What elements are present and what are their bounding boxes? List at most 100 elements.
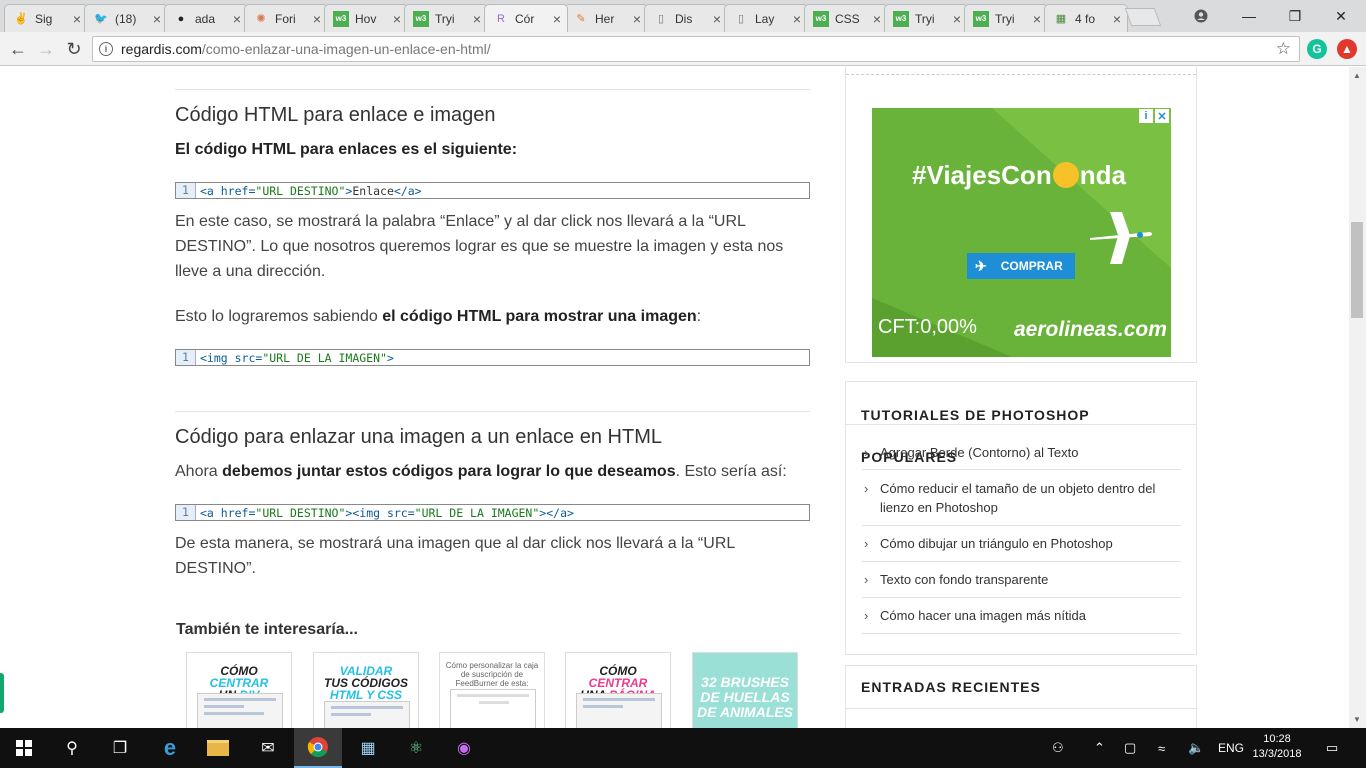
code-preview-graphic	[324, 701, 410, 728]
related-post-thumb[interactable]: Cómo personalizar la caja de suscripción…	[439, 652, 545, 728]
ad-info-icon[interactable]: i	[1139, 109, 1153, 123]
ad-close-icon[interactable]: ✕	[1155, 109, 1169, 123]
text-run-bold: el código HTML para mostrar una imagen	[382, 308, 697, 325]
github-icon: ●	[177, 12, 185, 25]
new-tab-button[interactable]	[1124, 8, 1162, 26]
browser-tab[interactable]: w3 CSS ×	[804, 4, 888, 32]
browser-tab[interactable]: ✌ Sig ×	[4, 4, 88, 32]
volume-muted-icon[interactable]: 🔈	[1188, 728, 1204, 768]
extension-arrow-icon[interactable]: ▲	[1337, 39, 1357, 59]
tab-close-icon[interactable]: ×	[233, 11, 241, 27]
scrollbar-thumb[interactable]	[1351, 222, 1363, 318]
code-token: </a>	[393, 183, 422, 198]
file-explorer-icon[interactable]	[194, 728, 242, 768]
feedback-side-tab[interactable]	[0, 673, 4, 713]
tab-close-icon[interactable]: ×	[633, 11, 641, 27]
atom-icon[interactable]: ⚛	[392, 728, 440, 768]
browser-tab[interactable]: ▯ Lay ×	[724, 4, 808, 32]
w3schools-icon: w3	[813, 10, 829, 27]
aerolineas-ad-banner[interactable]: i ✕ #ViajesCon nda ✈ COMPRAR CFT:0,00% aer…	[872, 108, 1171, 357]
tab-title: Lay	[755, 11, 775, 26]
minimize-icon[interactable]: —	[1226, 0, 1272, 32]
tab-close-icon[interactable]: ×	[1033, 11, 1041, 27]
tray-chevron-up-icon[interactable]: ⌃	[1094, 728, 1105, 768]
tab-close-icon[interactable]: ×	[953, 11, 961, 27]
close-window-icon[interactable]: ✕	[1318, 0, 1364, 32]
popular-link-item[interactable]: › Agregar Borde (Contorno) al Texto	[862, 443, 1180, 462]
windows-start-icon[interactable]	[0, 728, 48, 768]
tab-close-icon[interactable]: ×	[393, 11, 401, 27]
page-scrollbar[interactable]: ▲ ▼	[1349, 67, 1366, 728]
site-info-icon[interactable]: i	[99, 42, 113, 56]
document-icon: ▯	[737, 13, 745, 25]
paint-3d-icon[interactable]: ◉	[440, 728, 488, 768]
reload-icon[interactable]: ↻	[62, 37, 86, 61]
popular-link-label[interactable]: Texto con fondo transparente	[880, 572, 1048, 587]
language-indicator[interactable]: ENG	[1218, 728, 1244, 768]
back-arrow-icon[interactable]: ←	[6, 37, 30, 61]
edge-browser-icon[interactable]: e	[146, 728, 194, 768]
mail-icon[interactable]: ✉	[244, 728, 292, 768]
browser-toolbar: ← → ↻ i regardis.com/como-enlazar-una-im…	[0, 32, 1366, 66]
url-domain: regardis.com	[121, 41, 202, 57]
bookmark-star-icon[interactable]: ☆	[1276, 39, 1291, 59]
popular-link-item[interactable]: › Cómo dibujar un triángulo en Photoshop	[862, 534, 1180, 553]
browser-tab[interactable]: 🐦 (18) ×	[84, 4, 168, 32]
chrome-icon[interactable]	[294, 728, 342, 768]
taskbar-clock[interactable]: 10:28 13/3/2018	[1250, 732, 1304, 762]
tab-close-icon[interactable]: ×	[873, 11, 881, 27]
tab-close-icon[interactable]: ×	[713, 11, 721, 27]
related-post-thumb[interactable]: VALIDAR TUS CÓDIGOS HTML Y CSS	[313, 652, 419, 728]
related-post-thumb[interactable]: CÓMO CENTRARUNA PÁGINA WEB	[565, 652, 671, 728]
browser-tab[interactable]: R Cór ×	[484, 4, 568, 32]
search-icon[interactable]: ⚲	[48, 728, 96, 768]
forward-arrow-icon[interactable]: →	[34, 37, 58, 61]
browser-tab[interactable]: w3 Tryi ×	[884, 4, 968, 32]
browser-tab[interactable]: w3 Tryi ×	[404, 4, 488, 32]
tab-close-icon[interactable]: ×	[793, 11, 801, 27]
ad-text: nda	[1079, 160, 1126, 190]
people-icon[interactable]: ⚇	[1052, 728, 1064, 768]
popular-link-label[interactable]: Cómo hacer una imagen más nítida	[880, 608, 1086, 623]
tab-close-icon[interactable]: ×	[1113, 11, 1121, 27]
divider	[862, 525, 1181, 526]
code-block-image: 1 <img src= "URL DE LA IMAGEN" >	[175, 349, 810, 366]
tab-title: Tryi	[435, 11, 455, 26]
ad-buy-button[interactable]: ✈ COMPRAR	[967, 253, 1075, 279]
popular-link-label[interactable]: Agregar Borde (Contorno) al Texto	[880, 445, 1078, 460]
popular-link-item[interactable]: › Texto con fondo transparente	[862, 570, 1180, 589]
wifi-icon[interactable]: ≈	[1158, 728, 1165, 768]
browser-tab[interactable]: ✎ Her ×	[564, 4, 648, 32]
popular-link-label[interactable]: Cómo dibujar un triángulo en Photoshop	[880, 536, 1113, 551]
task-view-icon[interactable]: ❐	[96, 728, 144, 768]
scroll-up-icon[interactable]: ▲	[1353, 71, 1361, 80]
related-post-thumb[interactable]: 32 BRUSHES DE HUELLAS DE ANIMALES	[692, 652, 798, 728]
document-icon: ▯	[657, 13, 665, 25]
browser-tab[interactable]: ▦ 4 fo ×	[1044, 4, 1128, 32]
scroll-down-icon[interactable]: ▼	[1353, 715, 1361, 724]
tab-close-icon[interactable]: ×	[73, 11, 81, 27]
browser-tab[interactable]: ● ada ×	[164, 4, 248, 32]
tab-close-icon[interactable]: ×	[313, 11, 321, 27]
popular-link-item[interactable]: › Cómo reducir el tamaño de un objeto den…	[862, 479, 1180, 517]
tab-close-icon[interactable]: ×	[553, 11, 561, 27]
divider	[175, 411, 810, 412]
grammarly-extension-icon[interactable]: G	[1307, 39, 1327, 59]
battery-icon[interactable]: ▢	[1124, 728, 1136, 768]
address-bar[interactable]: i regardis.com/como-enlazar-una-imagen-u…	[92, 36, 1300, 62]
tab-close-icon[interactable]: ×	[153, 11, 161, 27]
browser-tab[interactable]: w3 Hov ×	[324, 4, 408, 32]
code-block-combined: 1 <a href= "URL DESTINO" > <img src= "URL DE…	[175, 504, 810, 521]
popular-link-label[interactable]: Cómo reducir el tamaño de un objeto dent…	[880, 481, 1155, 515]
popular-link-item[interactable]: › Cómo hacer una imagen más nítida	[862, 606, 1180, 625]
notepad-icon[interactable]: ▦	[344, 728, 392, 768]
browser-tab[interactable]: w3 Tryi ×	[964, 4, 1048, 32]
profile-icon[interactable]	[1178, 0, 1224, 32]
restore-icon[interactable]: ❐	[1272, 0, 1318, 32]
action-center-icon[interactable]: ▭	[1326, 728, 1338, 768]
browser-tab[interactable]: ▯ Dis ×	[644, 4, 728, 32]
browser-tab[interactable]: ✺ Fori ×	[244, 4, 328, 32]
related-post-thumb[interactable]: CÓMO CENTRARUN DIV	[186, 652, 292, 728]
tab-close-icon[interactable]: ×	[473, 11, 481, 27]
w3schools-icon: w3	[973, 10, 989, 27]
